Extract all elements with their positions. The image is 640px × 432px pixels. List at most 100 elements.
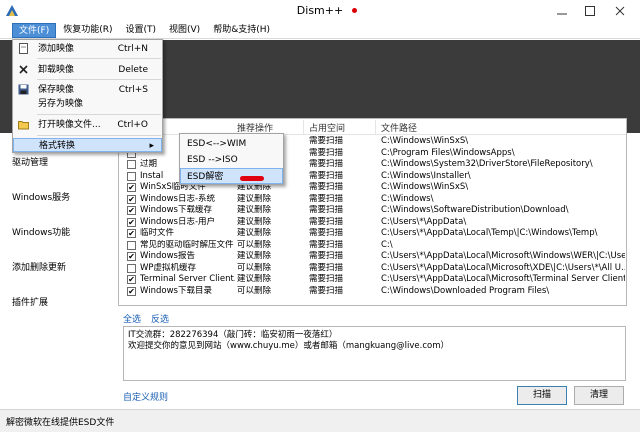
cell-path: C:\Users\*\AppData\Local\Temp\|C:\Window… [381, 228, 598, 238]
add-image-icon [19, 43, 28, 54]
menu-help[interactable]: 帮助&支持(H) [207, 23, 276, 38]
menu-item-shortcut: Ctrl+S [118, 85, 148, 95]
cell-size: 需要扫描 [309, 228, 344, 238]
cell-action: 建议删除 [237, 205, 272, 215]
status-bar: 解密微软在线提供ESD文件 [0, 409, 640, 432]
format-convert-submenu: ESD<-->WIM ESD -->ISO ESD解密 [179, 133, 284, 185]
sidebar-item-plugins[interactable]: 插件扩展 [12, 295, 48, 308]
minimize-button[interactable] [548, 2, 576, 20]
close-window-button[interactable] [606, 2, 634, 20]
cell-action: 建议删除 [237, 216, 272, 227]
menu-separator [37, 79, 161, 80]
custom-rules-link[interactable]: 自定义规则 [123, 390, 168, 403]
cell-action: 建议删除 [237, 251, 272, 261]
menu-item-shortcut: Delete [118, 65, 148, 75]
menu-item-save-as-image[interactable]: 另存为映像 [13, 97, 162, 111]
menu-file[interactable]: 文件(F) [12, 22, 57, 38]
row-checkbox[interactable]: ✔ [127, 206, 136, 215]
submenu-item-esd-decrypt[interactable]: ESD解密 [180, 168, 283, 184]
status-text: 解密微软在线提供ESD文件 [6, 418, 115, 428]
cell-path: C:\Windows\System32\DriverStore\FileRepo… [381, 159, 593, 169]
table-row[interactable]: ✔ Windows下载缓存 建议删除 需要扫描 C:\Windows\SoftwareD… [119, 205, 626, 216]
info-line-1: IT交流群：282276394（敲门砖：临安初雨一夜落红） [128, 330, 338, 340]
close-icon [615, 6, 625, 16]
table-row[interactable]: ✔ Windows日志-系统 建议删除 需要扫描 C:\Windows\ [119, 194, 626, 205]
clean-button[interactable]: 清理 [574, 386, 624, 405]
cell-action: 可以删除 [237, 262, 272, 273]
table-row[interactable]: ✔ Windows下载目录 可以删除 需要扫描 C:\Windows\Downloade… [119, 286, 626, 297]
row-checkbox[interactable]: ✔ [127, 286, 136, 296]
menu-item-label: 另存为映像 [38, 99, 84, 109]
menu-settings[interactable]: 设置(T) [119, 23, 162, 38]
minimize-icon [557, 13, 567, 15]
cell-size: 需要扫描 [309, 136, 344, 146]
maximize-icon [585, 6, 595, 16]
cell-action: 可以删除 [237, 285, 272, 296]
column-header-size[interactable]: 占用空间 [309, 121, 345, 134]
row-checkbox[interactable]: ✔ [127, 252, 136, 261]
cell-path: C:\ [381, 239, 393, 250]
menu-item-label: 格式转换 [39, 141, 76, 151]
close-x-icon [19, 65, 28, 74]
file-menu-dropdown: 添加映像 Ctrl+N 卸载映像 Delete 保存映像 Ctrl+S 另存为映… [12, 39, 163, 153]
menu-restore[interactable]: 恢复功能(R) [57, 23, 118, 38]
row-checkbox[interactable]: ✔ [127, 194, 136, 204]
table-row[interactable]: 常见的驱动临时解压文件 可以删除 需要扫描 C:\ [119, 240, 626, 251]
submenu-item-esd-wim[interactable]: ESD<-->WIM [180, 136, 283, 152]
row-checkbox[interactable] [127, 171, 136, 181]
row-checkbox[interactable]: ✔ [127, 217, 136, 227]
cell-name: Windows日志-用户 [140, 216, 216, 227]
maximize-button[interactable] [576, 2, 604, 20]
cell-path: C:\Users\*\AppData\Local\Microsoft\XDE\|… [381, 262, 625, 273]
table-row[interactable]: WP虚拟机缓存 可以删除 需要扫描 C:\Users\*\AppData\Local\… [119, 263, 626, 274]
red-dot-icon [352, 8, 357, 13]
cell-name: 常见的驱动临时解压文件 [140, 239, 234, 250]
submenu-item-esd-iso[interactable]: ESD -->ISO [180, 152, 283, 168]
row-checkbox[interactable] [127, 160, 136, 169]
menu-view[interactable]: 视图(V) [163, 23, 206, 38]
cell-name: Windows日志-系统 [140, 193, 216, 204]
column-divider [303, 120, 304, 134]
menu-item-unmount-image[interactable]: 卸载映像 Delete [13, 63, 162, 77]
title-bar: Dism++ [0, 0, 640, 22]
row-checkbox[interactable] [127, 240, 136, 250]
select-all-link[interactable]: 全选 [123, 312, 141, 325]
cell-name: Windows报告 [140, 251, 195, 261]
menu-item-open-image-file[interactable]: 打开映像文件... Ctrl+O [13, 118, 162, 132]
window-title: Dism++ [296, 4, 344, 17]
table-row[interactable]: ✔ 临时文件 建议删除 需要扫描 C:\Users\*\AppData\Local\Te… [119, 228, 626, 239]
sidebar-item-services[interactable]: Windows服务 [12, 190, 70, 203]
invert-selection-link[interactable]: 反选 [151, 312, 169, 325]
cell-size: 需要扫描 [309, 262, 344, 273]
table-row[interactable]: ✔ Windows报告 建议删除 需要扫描 C:\Users\*\AppData\Loc… [119, 251, 626, 262]
menu-separator [37, 135, 161, 136]
table-row[interactable]: ✔ Terminal Server Client... 建议删除 需要扫描 C:\Use… [119, 274, 626, 285]
column-header-path[interactable]: 文件路径 [381, 121, 417, 134]
menu-item-save-image[interactable]: 保存映像 Ctrl+S [13, 83, 162, 97]
chevron-right-icon: ▸ [149, 141, 154, 151]
row-checkbox[interactable]: ✔ [127, 275, 136, 284]
scan-button[interactable]: 扫描 [517, 386, 567, 405]
row-checkbox[interactable]: ✔ [127, 183, 136, 192]
row-checkbox[interactable] [127, 263, 136, 273]
cell-size: 需要扫描 [309, 216, 344, 227]
cell-size: 需要扫描 [309, 239, 344, 250]
cell-size: 需要扫描 [309, 159, 344, 169]
menu-item-label: 添加映像 [38, 44, 75, 54]
cell-path: C:\Users\*\AppData\Local\Microsoft\Termi… [381, 274, 625, 284]
menu-item-format-convert[interactable]: 格式转换 ▸ [13, 138, 162, 152]
row-checkbox[interactable]: ✔ [127, 229, 136, 238]
sidebar-item-updates[interactable]: 添加删除更新 [12, 260, 66, 273]
cell-path: C:\Users\*\AppData\ [381, 216, 467, 227]
table-row[interactable]: ✔ Windows日志-用户 建议删除 需要扫描 C:\Users\*\AppData\ [119, 217, 626, 228]
cell-size: 需要扫描 [309, 274, 344, 284]
menu-separator [37, 114, 161, 115]
sidebar: 驱动管理 Windows服务 Windows功能 添加删除更新 插件扩展 [0, 133, 113, 408]
red-highlight-marker [240, 176, 264, 181]
menu-item-add-image[interactable]: 添加映像 Ctrl+N [13, 42, 162, 56]
sidebar-item-drivers[interactable]: 驱动管理 [12, 155, 48, 168]
cell-path: C:\Windows\Installer\ [381, 170, 471, 181]
sidebar-item-features[interactable]: Windows功能 [12, 225, 70, 238]
cell-path: C:\Windows\WinSxS\ [381, 182, 469, 192]
info-textbox[interactable]: IT交流群：282276394（敲门砖：临安初雨一夜落红） 欢迎提交你的意见到网… [123, 326, 626, 381]
